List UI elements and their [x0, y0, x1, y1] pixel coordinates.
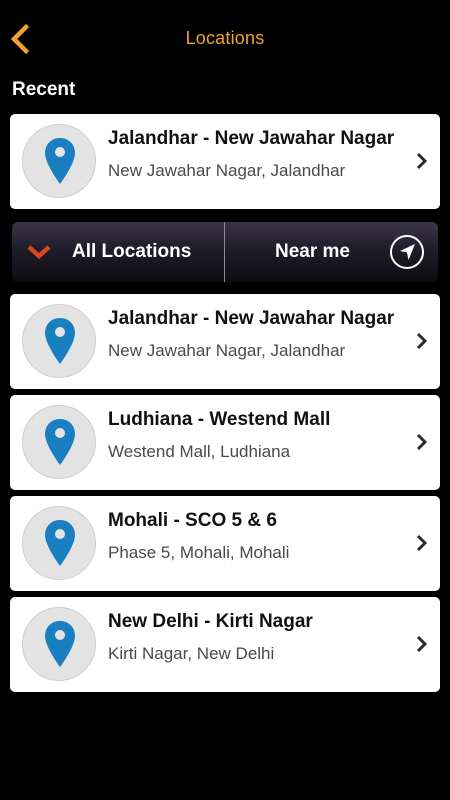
location-address: New Jawahar Nagar, Jalandhar	[108, 341, 346, 360]
chevron-right-icon	[416, 152, 428, 170]
chevron-down-icon	[27, 245, 51, 260]
chevron-right-icon	[416, 534, 428, 552]
near-me-tab[interactable]: Near me	[225, 222, 438, 282]
location-card[interactable]: Mohali - SCO 5 & 6 Phase 5, Mohali, Moha…	[10, 496, 440, 591]
location-avatar	[22, 607, 96, 681]
location-filter-bar: All Locations Near me	[12, 222, 438, 282]
recent-heading: Recent	[12, 79, 76, 100]
top-bar: Locations	[0, 0, 450, 76]
location-card[interactable]: New Delhi - Kirti Nagar Kirti Nagar, New…	[10, 597, 440, 692]
location-avatar	[22, 405, 96, 479]
map-pin-icon	[45, 621, 75, 667]
map-pin-icon	[45, 419, 75, 465]
location-avatar	[22, 304, 96, 378]
page-title: Locations	[185, 28, 265, 48]
recent-location-card[interactable]: Jalandhar - New Jawahar Nagar New Jawaha…	[10, 114, 440, 209]
map-pin-icon	[45, 318, 75, 364]
all-locations-label: All Locations	[72, 241, 192, 262]
location-title: Jalandhar - New Jawahar Nagar	[108, 308, 395, 329]
location-title: Mohali - SCO 5 & 6	[108, 510, 277, 531]
location-card[interactable]: Jalandhar - New Jawahar Nagar New Jawaha…	[10, 294, 440, 389]
near-me-label: Near me	[275, 241, 350, 262]
location-avatar	[22, 124, 96, 198]
location-address: New Jawahar Nagar, Jalandhar	[108, 161, 346, 180]
location-address: Kirti Nagar, New Delhi	[108, 644, 275, 663]
chevron-right-icon	[416, 433, 428, 451]
location-address: Phase 5, Mohali, Mohali	[108, 543, 290, 562]
map-pin-icon	[45, 138, 75, 184]
location-title: Jalandhar - New Jawahar Nagar	[108, 128, 395, 149]
location-title: New Delhi - Kirti Nagar	[108, 611, 313, 632]
all-locations-tab[interactable]: All Locations	[12, 222, 224, 282]
chevron-right-icon	[416, 332, 428, 350]
location-card[interactable]: Ludhiana - Westend Mall Westend Mall, Lu…	[10, 395, 440, 490]
chevron-right-icon	[416, 635, 428, 653]
map-pin-icon	[45, 520, 75, 566]
location-address: Westend Mall, Ludhiana	[108, 442, 291, 461]
navigation-arrow-icon	[390, 235, 424, 269]
location-avatar	[22, 506, 96, 580]
location-title: Ludhiana - Westend Mall	[108, 409, 331, 430]
